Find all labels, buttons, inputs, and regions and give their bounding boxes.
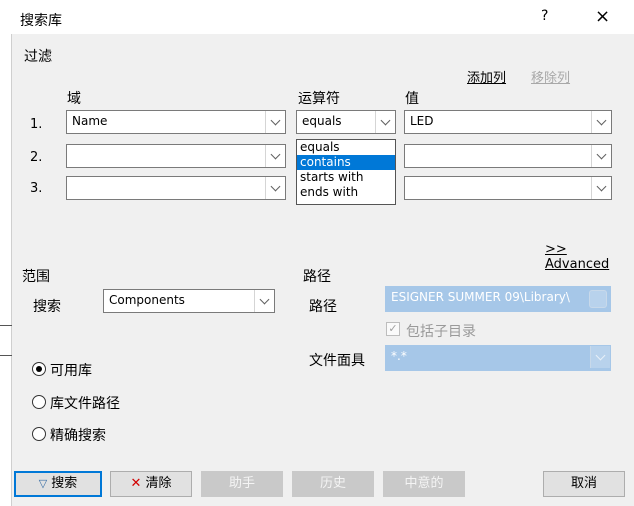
scope-search-select[interactable]: Components [103,289,275,313]
value-select[interactable]: LED [404,110,612,134]
chevron-down-icon[interactable] [591,177,611,199]
chevron-down-icon[interactable] [591,111,611,133]
cancel-button[interactable]: 取消 [543,471,625,497]
operator-option[interactable]: starts with [297,170,395,185]
path-label: 路径 [309,299,337,315]
value-select[interactable] [404,144,612,168]
chevron-down-icon[interactable] [591,145,611,167]
helper-button[interactable]: 助手 [201,471,283,497]
scope-search-label: 搜索 [33,299,61,315]
radio-label: 可用库 [50,363,92,379]
history-button[interactable]: 历史 [292,471,374,497]
title-bar: 搜索库 ? × [0,0,634,34]
favorites-button[interactable]: 中意的 [383,471,465,497]
search-button[interactable]: ▽ 搜索 [14,471,102,497]
radio-exact-search[interactable] [32,427,46,441]
operator-select-value: equals [302,114,342,128]
operator-option[interactable]: ends with [297,185,395,200]
row-number: 1. [30,117,43,132]
clear-button-label: 清除 [145,476,172,491]
left-border [11,34,12,506]
include-subdirs-checkbox[interactable]: ✓ [386,322,400,336]
clear-x-icon: ✕ [130,476,142,491]
chevron-down-icon[interactable] [375,111,395,133]
radio-label: 库文件路径 [50,396,120,412]
funnel-icon: ▽ [38,477,48,490]
operator-header: 运算符 [298,91,340,107]
add-column-link[interactable]: 添加列 [467,67,506,86]
chevron-down-icon[interactable] [265,177,285,199]
chevron-down-icon[interactable] [265,145,285,167]
value-select[interactable] [404,176,612,200]
scope-search-value: Components [109,293,185,307]
advanced-link[interactable]: >> Advanced [545,242,634,272]
chevron-down-icon[interactable] [590,346,610,368]
background-line [0,355,12,356]
radio-label: 精确搜索 [50,428,106,444]
value-header: 值 [405,91,419,107]
path-input[interactable]: ESIGNER SUMMER 09\Library\ [385,286,611,312]
domain-select[interactable]: Name [66,110,286,134]
chevron-down-icon[interactable] [265,111,285,133]
row-number: 2. [30,150,43,165]
row-number: 3. [30,181,43,196]
window-title: 搜索库 [20,13,62,29]
domain-select-value: Name [72,114,108,128]
operator-dropdown-list: equals contains starts with ends with [296,139,396,205]
radio-library-path[interactable] [32,395,46,409]
file-mask-select[interactable]: *.* [385,345,611,371]
domain-header: 域 [67,91,81,107]
path-value: ESIGNER SUMMER 09\Library\ [391,290,570,304]
remove-column-link[interactable]: 移除列 [531,67,570,86]
include-subdirs-label: 包括子目录 [406,324,476,340]
browse-icon[interactable] [589,290,607,308]
file-mask-value: *.* [391,349,407,363]
value-select-value: LED [410,114,434,128]
domain-select[interactable] [66,176,286,200]
filter-group-label: 过滤 [24,49,52,65]
background-line [0,325,12,326]
operator-select[interactable]: equals [296,110,396,134]
path-group-label: 路径 [303,269,331,285]
close-button[interactable]: × [595,6,610,27]
clear-button[interactable]: ✕ 清除 [110,471,192,497]
radio-available-libraries[interactable] [32,362,46,376]
operator-option[interactable]: equals [297,140,395,155]
domain-select[interactable] [66,144,286,168]
chevron-down-icon[interactable] [254,290,274,312]
file-mask-label: 文件面具 [309,353,365,369]
operator-option-selected[interactable]: contains [297,155,395,170]
search-button-label: 搜索 [51,476,78,491]
scope-group-label: 范围 [22,269,50,285]
help-button[interactable]: ? [541,8,548,24]
